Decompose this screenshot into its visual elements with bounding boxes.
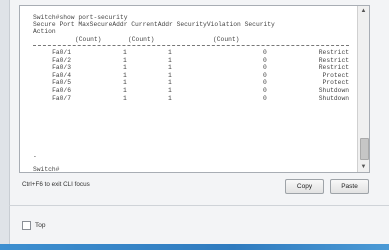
table-row: Fa0/7 1 1 0 Shutdown [33,95,349,103]
cli-prompt[interactable]: Switch# [33,166,59,173]
copy-button[interactable]: Copy [285,179,324,194]
row-port: Fa0/6 [52,86,71,94]
row-violation: 0 [263,49,267,56]
terminal-line: Switch#show port-security [33,14,128,21]
row-current: 1 [168,71,172,79]
row-violation: 0 [263,71,267,79]
separator-line [33,45,349,46]
row-port: Fa0/2 [52,56,71,64]
row-max: 1 [123,56,127,64]
section-divider [9,205,389,206]
count-header-row: (Count) (Count) (Count) [33,36,349,43]
row-port: Fa0/1 [52,49,71,56]
row-violation: 0 [263,86,267,94]
row-current: 1 [168,94,172,102]
table-row: Fa0/5 1 1 0 Protect [33,79,349,87]
top-checkbox-label: Top [35,222,46,229]
row-current: 1 [168,49,172,56]
port-table: Fa0/1 1 1 0 Restrict Fa0/2 1 1 0 Restric… [33,49,349,102]
row-action: Shutdown [318,86,349,94]
row-action: Restrict [318,49,349,56]
row-max: 1 [123,86,127,94]
terminal-line: Action [33,28,56,36]
scroll-down-icon[interactable]: ▼ [360,163,367,171]
terminal-scrollbar[interactable]: ▲ ▼ [357,6,369,172]
taskbar-strip [0,244,389,250]
row-port: Fa0/3 [52,64,71,72]
row-current: 1 [168,64,172,72]
row-action: Restrict [318,56,349,64]
table-row: Fa0/6 1 1 0 Shutdown [33,87,349,95]
row-action: Protect [322,79,349,87]
table-row: Fa0/2 1 1 0 Restrict [33,57,349,65]
window-left-edge [0,0,10,250]
row-current: 1 [168,56,172,64]
row-max: 1 [123,49,127,56]
terminal-output: Switch#show port-security Secure Port Ma… [33,14,349,173]
table-row: Fa0/1 1 1 0 Restrict [33,49,349,57]
row-action: Shutdown [318,94,349,102]
row-violation: 0 [263,94,267,102]
cli-window: Switch#show port-security Secure Port Ma… [0,0,389,250]
row-action: Restrict [318,64,349,72]
row-port: Fa0/4 [52,71,71,79]
row-violation: 0 [263,56,267,64]
paste-button[interactable]: Paste [330,179,369,194]
scrollbar-thumb[interactable] [360,138,369,160]
table-row: Fa0/3 1 1 0 Restrict [33,64,349,72]
row-violation: 0 [263,79,267,87]
row-violation: 0 [263,64,267,72]
row-max: 1 [123,64,127,72]
row-port: Fa0/7 [52,94,71,102]
count-header-current: (Count) [128,35,155,43]
top-checkbox-row[interactable]: Top [22,221,45,230]
row-port: Fa0/5 [52,79,71,87]
row-max: 1 [123,71,127,79]
row-action: Protect [322,71,349,79]
scroll-up-icon[interactable]: ▲ [360,7,367,15]
table-row: Fa0/4 1 1 0 Protect [33,72,349,80]
row-max: 1 [123,94,127,102]
top-checkbox[interactable] [22,221,31,230]
row-current: 1 [168,79,172,87]
terminal-line: Secure Port MaxSecureAddr CurrentAddr Se… [33,21,275,29]
cli-focus-hint: Ctrl+F6 to exit CLI focus [22,181,90,188]
count-header-violation: (Count) [213,35,240,43]
prompt-area: - Switch# [33,153,59,173]
count-header-max: (Count) [75,35,102,43]
row-current: 1 [168,86,172,94]
cursor-line: - [33,153,37,160]
row-max: 1 [123,79,127,87]
cli-terminal[interactable]: Switch#show port-security Secure Port Ma… [19,5,370,173]
